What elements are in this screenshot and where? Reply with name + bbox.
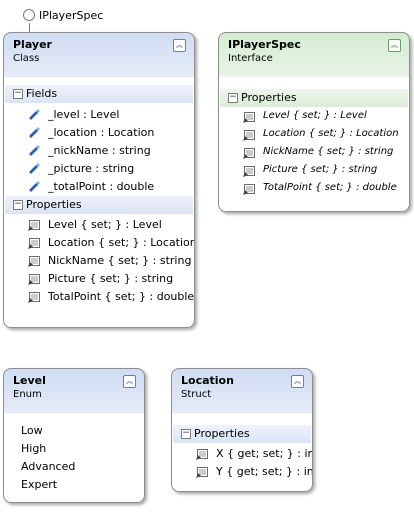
property-icon [196, 467, 208, 478]
member-row[interactable]: _picture : string [4, 160, 194, 178]
field-icon [29, 127, 40, 138]
member-row[interactable]: Level { set; } : Level [219, 108, 409, 126]
property-icon [243, 148, 255, 159]
location-subtitle: Struct [181, 389, 212, 400]
member-row[interactable]: NickName { set; } : string [219, 144, 409, 162]
location-properties-section-header[interactable]: − Properties [173, 425, 311, 443]
properties-toggle-icon[interactable]: − [228, 93, 238, 103]
member-row[interactable]: TotalPoint { set; } : double [4, 288, 194, 306]
properties-section-label: Properties [194, 427, 250, 440]
member-label: _picture : string [48, 162, 135, 175]
level-header: Level Enum ︽ [4, 369, 144, 413]
member-row[interactable]: _nickName : string [4, 142, 194, 160]
property-icon [28, 238, 40, 249]
level-collapse-button[interactable]: ︽ [123, 375, 136, 388]
location-title: Location [181, 374, 234, 387]
level-enum-shape[interactable]: Level Enum ︽ Low High Advanced Expert [3, 368, 145, 503]
enum-value-label: High [21, 442, 47, 455]
fields-toggle-icon[interactable]: − [13, 89, 23, 99]
player-subtitle: Class [13, 53, 40, 64]
iplayerspec-collapse-button[interactable]: ︽ [388, 39, 401, 52]
enum-value-row[interactable]: Advanced [4, 458, 144, 476]
properties-section-label: Properties [241, 91, 297, 104]
iplayerspec-interface-shape[interactable]: IPlayerSpec Interface ︽ − Properties Lev… [218, 32, 410, 212]
property-icon [196, 449, 208, 460]
member-row[interactable]: _level : Level [4, 106, 194, 124]
fields-section-label: Fields [26, 87, 58, 100]
member-row[interactable]: Location { set; } : Location [4, 234, 194, 252]
field-icon [29, 145, 40, 156]
member-row[interactable]: Level { set; } : Level [4, 216, 194, 234]
member-label: NickName { set; } : string [48, 254, 192, 267]
property-icon [28, 274, 40, 285]
level-values-list: Low High Advanced Expert [4, 422, 144, 494]
property-icon [28, 220, 40, 231]
member-label: Picture { set; } : string [263, 164, 378, 175]
member-row[interactable]: Picture { set; } : string [219, 162, 409, 180]
player-fields-section-header[interactable]: − Fields [5, 85, 193, 103]
member-label: _level : Level [48, 108, 120, 121]
member-row[interactable]: Location { set; } : Location [219, 126, 409, 144]
property-icon [243, 112, 255, 123]
member-row[interactable]: Y { get; set; } : int [172, 463, 312, 481]
field-icon [29, 181, 40, 192]
member-label: TotalPoint { set; } : double [48, 290, 195, 303]
member-label: TotalPoint { set; } : double [263, 182, 397, 193]
player-header: Player Class ︽ [4, 33, 194, 77]
properties-toggle-icon[interactable]: − [181, 429, 191, 439]
property-icon [243, 130, 255, 141]
enum-value-row[interactable]: High [4, 440, 144, 458]
location-header: Location Struct ︽ [172, 369, 312, 413]
property-icon [243, 166, 255, 177]
iplayerspec-title: IPlayerSpec [228, 38, 301, 51]
member-label: X { get; set; } : int [216, 447, 313, 460]
member-label: Location { set; } : Location [263, 128, 399, 139]
properties-toggle-icon[interactable]: − [13, 200, 23, 210]
player-class-shape[interactable]: Player Class ︽ − Fields _level : Level _l… [3, 32, 195, 328]
member-row[interactable]: TotalPoint { set; } : double [219, 180, 409, 198]
member-label: Location { set; } : Location [48, 236, 195, 249]
player-collapse-button[interactable]: ︽ [173, 39, 186, 52]
iplayerspec-header: IPlayerSpec Interface ︽ [219, 33, 409, 77]
lollipop-connector [29, 23, 30, 32]
property-icon [243, 184, 255, 195]
member-row[interactable]: _location : Location [4, 124, 194, 142]
lollipop-label: IPlayerSpec [39, 9, 104, 22]
member-row[interactable]: _totalPoint : double [4, 178, 194, 196]
enum-value-label: Low [21, 424, 43, 437]
member-label: Level { set; } : Level [263, 110, 367, 121]
member-label: _location : Location [48, 126, 155, 139]
member-label: Picture { set; } : string [48, 272, 174, 285]
member-label: NickName { set; } : string [263, 146, 394, 157]
member-label: _totalPoint : double [48, 180, 155, 193]
enum-value-row[interactable]: Low [4, 422, 144, 440]
location-collapse-button[interactable]: ︽ [291, 375, 304, 388]
level-subtitle: Enum [13, 389, 42, 400]
player-title: Player [13, 38, 52, 51]
property-icon [28, 292, 40, 303]
location-properties-list: X { get; set; } : int Y { get; set; } : i… [172, 443, 312, 481]
level-title: Level [13, 374, 46, 387]
member-label: _nickName : string [48, 144, 151, 157]
iplayerspec-properties-list: Level { set; } : Level Location { set; } … [219, 107, 409, 198]
location-struct-shape[interactable]: Location Struct ︽ − Properties X { get; … [171, 368, 313, 492]
field-icon [29, 163, 40, 174]
property-icon [28, 256, 40, 267]
player-fields-list: _level : Level _location : Location _nickN… [4, 103, 194, 196]
member-row[interactable]: Picture { set; } : string [4, 270, 194, 288]
member-label: Y { get; set; } : int [216, 465, 313, 478]
field-icon [29, 109, 40, 120]
iplayerspec-properties-section-header[interactable]: − Properties [220, 89, 408, 107]
properties-section-label: Properties [26, 198, 82, 211]
player-properties-list: Level { set; } : Level Location { set; } … [4, 214, 194, 306]
lollipop-circle-icon [23, 9, 35, 21]
member-row[interactable]: X { get; set; } : int [172, 445, 312, 463]
member-label: Level { set; } : Level [48, 218, 162, 231]
iplayerspec-subtitle: Interface [228, 53, 273, 64]
enum-value-label: Expert [21, 478, 58, 491]
enum-value-label: Advanced [21, 460, 76, 473]
member-row[interactable]: NickName { set; } : string [4, 252, 194, 270]
enum-value-row[interactable]: Expert [4, 476, 144, 494]
player-properties-section-header[interactable]: − Properties [5, 196, 193, 214]
